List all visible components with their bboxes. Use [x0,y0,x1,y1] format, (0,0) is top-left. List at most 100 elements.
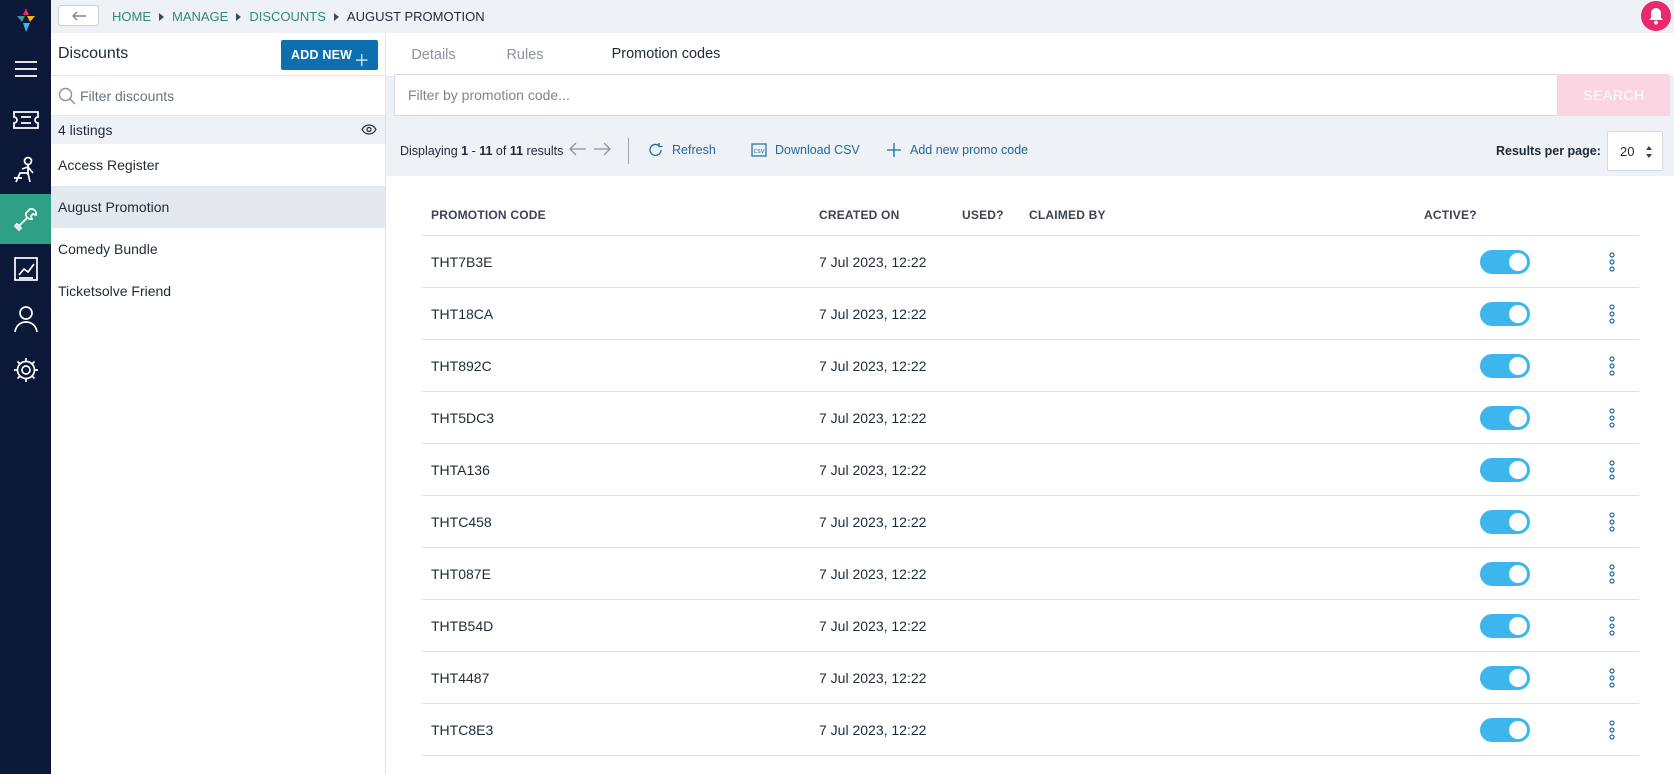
search-icon [58,87,76,105]
created-on-cell: 7 Jul 2023, 12:22 [819,670,927,686]
prev-page-arrow-icon[interactable] [569,142,587,161]
app-logo-icon[interactable] [13,6,39,34]
table-row[interactable]: THTB54D 7 Jul 2023, 12:22 [421,600,1639,652]
promo-code-cell: THTC458 [431,514,492,530]
add-promo-code-button[interactable]: Add new promo code [886,142,1028,158]
toggle-knob [1509,669,1527,687]
promo-code-cell: THTB54D [431,618,494,634]
table-row[interactable]: THT18CA 7 Jul 2023, 12:22 [421,288,1639,340]
add-new-button[interactable]: ADD NEW ＋ [281,40,378,70]
user-icon[interactable] [0,294,51,344]
active-toggle[interactable] [1480,354,1530,378]
filter-discounts [51,76,385,116]
download-csv-button[interactable]: CSV Download CSV [751,142,860,158]
refresh-button[interactable]: Refresh [648,142,716,158]
table-header: PROMOTION CODE CREATED ON USED? CLAIMED … [421,193,1639,236]
results-summary: Displaying 1 - 11 of 11 results [400,144,564,158]
breadcrumb-discounts[interactable]: DISCOUNTS [249,9,326,24]
table-row[interactable]: THT892C 7 Jul 2023, 12:22 [421,340,1639,392]
active-toggle[interactable] [1480,510,1530,534]
back-button[interactable] [58,5,99,26]
refresh-label: Refresh [672,143,716,157]
tab-details[interactable]: Details [394,33,473,77]
listings-count: 4 listings [58,122,113,138]
menu-icon[interactable] [0,44,51,94]
promo-codes-table: PROMOTION CODE CREATED ON USED? CLAIMED … [421,193,1639,756]
pagination [569,142,611,161]
table-row[interactable]: THT4487 7 Jul 2023, 12:22 [421,652,1639,704]
gear-icon[interactable] [0,345,51,395]
active-toggle[interactable] [1480,458,1530,482]
table-row[interactable]: THTA136 7 Jul 2023, 12:22 [421,444,1639,496]
created-on-cell: 7 Jul 2023, 12:22 [819,722,927,738]
header-claimed-by[interactable]: CLAIMED BY [1029,208,1106,222]
listings-bar: 4 listings [51,116,385,144]
list-item[interactable]: Comedy Bundle [51,228,385,270]
promo-code-cell: THTA136 [431,462,490,478]
promo-code-cell: THT7B3E [431,254,493,270]
header-active[interactable]: ACTIVE? [1424,208,1477,222]
promo-code-cell: THT892C [431,358,492,374]
promo-code-cell: THT18CA [431,306,494,322]
more-options-icon[interactable] [1608,668,1616,688]
header-used[interactable]: USED? [962,208,1004,222]
tab-rules[interactable]: Rules [485,33,565,77]
toggle-knob [1509,357,1527,375]
more-options-icon[interactable] [1608,564,1616,584]
eye-icon[interactable] [361,124,377,135]
toggle-knob [1509,409,1527,427]
results-per-page-select[interactable]: 20 [1607,131,1663,171]
list-item[interactable]: Ticketsolve Friend [51,270,385,312]
svg-text:CSV: CSV [753,149,764,155]
tab-promotion-codes[interactable]: Promotion codes [581,33,751,77]
wrench-icon[interactable] [0,194,51,244]
promo-code-cell: THT4487 [431,670,490,686]
table-row[interactable]: THT7B3E 7 Jul 2023, 12:22 [421,236,1639,288]
active-toggle[interactable] [1480,250,1530,274]
breadcrumb-current: AUGUST PROMOTION [346,9,485,24]
more-options-icon[interactable] [1608,616,1616,636]
table-row[interactable]: THT087E 7 Jul 2023, 12:22 [421,548,1639,600]
ticket-icon[interactable] [0,95,51,145]
discount-list: Access Register August Promotion Comedy … [51,144,385,312]
more-options-icon[interactable] [1608,356,1616,376]
more-options-icon[interactable] [1608,408,1616,428]
active-toggle[interactable] [1480,562,1530,586]
active-toggle[interactable] [1480,614,1530,638]
results-per-page-label: Results per page: [1496,144,1601,158]
active-toggle[interactable] [1480,302,1530,326]
table-row[interactable]: THTC8E3 7 Jul 2023, 12:22 [421,704,1639,756]
active-toggle[interactable] [1480,666,1530,690]
next-page-arrow-icon[interactable] [593,142,611,161]
more-options-icon[interactable] [1608,720,1616,740]
table-row[interactable]: THT5DC3 7 Jul 2023, 12:22 [421,392,1639,444]
header-created-on[interactable]: CREATED ON [819,208,899,222]
more-options-icon[interactable] [1608,460,1616,480]
breadcrumb-home[interactable]: HOME [112,9,151,24]
discounts-panel: Discounts ADD NEW ＋ 4 listings Access Re… [51,33,386,774]
breadcrumb: HOME MANAGE DISCOUNTS AUGUST PROMOTION [112,0,485,33]
csv-file-icon: CSV [751,143,767,157]
more-options-icon[interactable] [1608,252,1616,272]
promo-code-search-input[interactable] [394,74,1558,116]
list-item[interactable]: August Promotion [51,186,385,228]
active-toggle[interactable] [1480,406,1530,430]
created-on-cell: 7 Jul 2023, 12:22 [819,306,927,322]
app-root: HOME MANAGE DISCOUNTS AUGUST PROMOTION D… [0,0,1674,774]
more-options-icon[interactable] [1608,512,1616,532]
promo-code-cell: THT087E [431,566,491,582]
notifications-button[interactable] [1641,1,1671,31]
list-item[interactable]: Access Register [51,144,385,186]
active-toggle[interactable] [1480,718,1530,742]
table-row[interactable]: THTC458 7 Jul 2023, 12:22 [421,496,1639,548]
usher-icon[interactable] [0,145,51,195]
more-options-icon[interactable] [1608,304,1616,324]
toggle-knob [1509,617,1527,635]
filter-discounts-input[interactable] [80,84,370,108]
search-button[interactable]: SEARCH [1558,74,1670,116]
report-icon[interactable] [0,244,51,294]
created-on-cell: 7 Jul 2023, 12:22 [819,358,927,374]
created-on-cell: 7 Jul 2023, 12:22 [819,514,927,530]
header-promotion-code[interactable]: PROMOTION CODE [431,208,546,222]
breadcrumb-manage[interactable]: MANAGE [172,9,228,24]
